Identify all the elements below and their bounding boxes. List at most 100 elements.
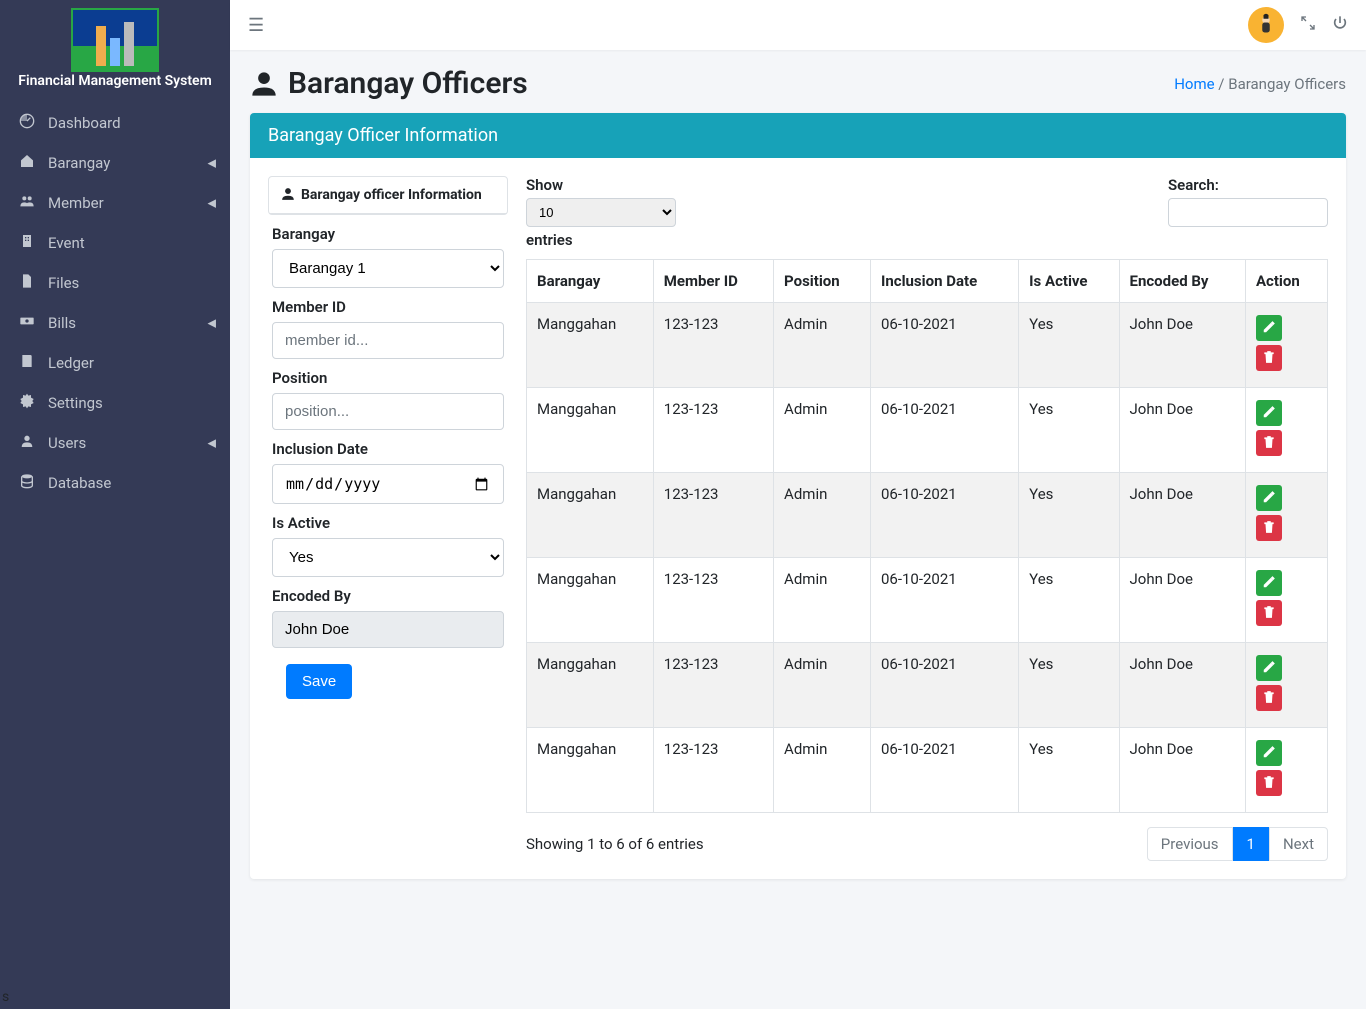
cell-position: Admin: [774, 728, 871, 813]
save-button[interactable]: Save: [286, 664, 352, 699]
fullscreen-icon[interactable]: [1300, 15, 1316, 35]
delete-button[interactable]: [1256, 600, 1282, 626]
user-avatar[interactable]: [1248, 7, 1284, 43]
trash-icon: [1262, 690, 1276, 707]
database-icon: [18, 473, 36, 493]
column-header[interactable]: Encoded By: [1119, 260, 1245, 303]
cell-encodedby: John Doe: [1119, 303, 1245, 388]
user-icon: [250, 70, 278, 98]
inclusiondate-input[interactable]: [272, 464, 504, 504]
isactive-label: Is Active: [272, 514, 504, 532]
edit-button[interactable]: [1256, 485, 1282, 511]
chevron-left-icon: ◀: [208, 317, 216, 330]
sidebar-item-label: Bills: [48, 314, 76, 332]
page-title-text: Barangay Officers: [288, 66, 528, 101]
cell-inclusiondate: 06-10-2021: [870, 643, 1018, 728]
cell-isactive: Yes: [1019, 558, 1119, 643]
edit-button[interactable]: [1256, 315, 1282, 341]
datatable: Show 10 entries Search: BarangayMember I…: [526, 176, 1328, 861]
user-icon: [18, 433, 36, 453]
edit-button[interactable]: [1256, 655, 1282, 681]
home-icon: [18, 153, 36, 173]
delete-button[interactable]: [1256, 345, 1282, 371]
form-panel-title: Barangay officer Information: [269, 177, 507, 214]
trash-icon: [1262, 775, 1276, 792]
cell-isactive: Yes: [1019, 388, 1119, 473]
table-row: Manggahan 123-123 Admin 06-10-2021 Yes J…: [527, 303, 1328, 388]
sidebar-item-dashboard[interactable]: Dashboard: [0, 103, 230, 143]
content-header: Barangay Officers Home / Barangay Office…: [230, 50, 1366, 113]
sidebar-item-label: Event: [48, 234, 85, 252]
edit-button[interactable]: [1256, 740, 1282, 766]
cell-isactive: Yes: [1019, 643, 1119, 728]
card-header: Barangay Officer Information: [250, 113, 1346, 158]
delete-button[interactable]: [1256, 430, 1282, 456]
pencil-icon: [1262, 660, 1276, 677]
file-icon: [18, 273, 36, 293]
sidebar-item-member[interactable]: Member ◀: [0, 183, 230, 223]
entries-select[interactable]: 10: [526, 198, 676, 227]
cell-encodedby: John Doe: [1119, 643, 1245, 728]
pagination-page[interactable]: 1: [1233, 827, 1269, 861]
sidebar-item-users[interactable]: Users ◀: [0, 423, 230, 463]
delete-button[interactable]: [1256, 515, 1282, 541]
sidebar-item-ledger[interactable]: Ledger: [0, 343, 230, 383]
gear-icon: [18, 393, 36, 413]
cell-encodedby: John Doe: [1119, 728, 1245, 813]
pencil-icon: [1262, 745, 1276, 762]
delete-button[interactable]: [1256, 770, 1282, 796]
breadcrumb-current: Barangay Officers: [1228, 75, 1346, 93]
barangay-select[interactable]: Barangay 1: [272, 249, 504, 288]
cell-action: [1245, 728, 1327, 813]
column-header[interactable]: Is Active: [1019, 260, 1119, 303]
breadcrumb: Home / Barangay Officers: [1174, 75, 1346, 93]
cell-barangay: Manggahan: [527, 558, 654, 643]
power-icon[interactable]: [1332, 15, 1348, 35]
sidebar-item-database[interactable]: Database: [0, 463, 230, 503]
trash-icon: [1262, 605, 1276, 622]
position-label: Position: [272, 369, 504, 387]
position-input[interactable]: [272, 393, 504, 430]
main: ☰ Barangay Officers Home / Barangay Offi…: [230, 0, 1366, 1009]
cell-barangay: Manggahan: [527, 473, 654, 558]
cell-isactive: Yes: [1019, 728, 1119, 813]
delete-button[interactable]: [1256, 685, 1282, 711]
edit-button[interactable]: [1256, 400, 1282, 426]
sidebar-item-event[interactable]: Event: [0, 223, 230, 263]
pagination-prev[interactable]: Previous: [1147, 827, 1233, 861]
column-header[interactable]: Position: [774, 260, 871, 303]
inclusiondate-label: Inclusion Date: [272, 440, 504, 458]
table-row: Manggahan 123-123 Admin 06-10-2021 Yes J…: [527, 728, 1328, 813]
sidebar-item-bills[interactable]: Bills ◀: [0, 303, 230, 343]
column-header[interactable]: Inclusion Date: [870, 260, 1018, 303]
chevron-left-icon: ◀: [208, 437, 216, 450]
column-header[interactable]: Member ID: [653, 260, 773, 303]
sidebar-item-files[interactable]: Files: [0, 263, 230, 303]
dashboard-icon: [18, 113, 36, 133]
sidebar-item-settings[interactable]: Settings: [0, 383, 230, 423]
breadcrumb-home[interactable]: Home: [1174, 75, 1214, 93]
table-info: Showing 1 to 6 of 6 entries: [526, 835, 704, 853]
cell-inclusiondate: 06-10-2021: [870, 558, 1018, 643]
sidebar-item-label: Dashboard: [48, 114, 121, 132]
trash-icon: [1262, 350, 1276, 367]
users-icon: [18, 193, 36, 213]
search-input[interactable]: [1168, 198, 1328, 227]
column-header[interactable]: Barangay: [527, 260, 654, 303]
pagination: Previous1Next: [1147, 827, 1328, 861]
pagination-next[interactable]: Next: [1269, 827, 1328, 861]
barangay-label: Barangay: [272, 225, 504, 243]
memberid-input[interactable]: [272, 322, 504, 359]
menu-toggle-icon[interactable]: ☰: [248, 15, 264, 36]
column-header[interactable]: Action: [1245, 260, 1327, 303]
isactive-select[interactable]: Yes: [272, 538, 504, 577]
cell-position: Admin: [774, 643, 871, 728]
cell-encodedby: John Doe: [1119, 473, 1245, 558]
topbar: ☰: [230, 0, 1366, 50]
memberid-label: Member ID: [272, 298, 504, 316]
sidebar-item-barangay[interactable]: Barangay ◀: [0, 143, 230, 183]
edit-button[interactable]: [1256, 570, 1282, 596]
sidebar-item-label: Database: [48, 474, 111, 492]
stray-text: s: [2, 989, 9, 1005]
cell-action: [1245, 303, 1327, 388]
